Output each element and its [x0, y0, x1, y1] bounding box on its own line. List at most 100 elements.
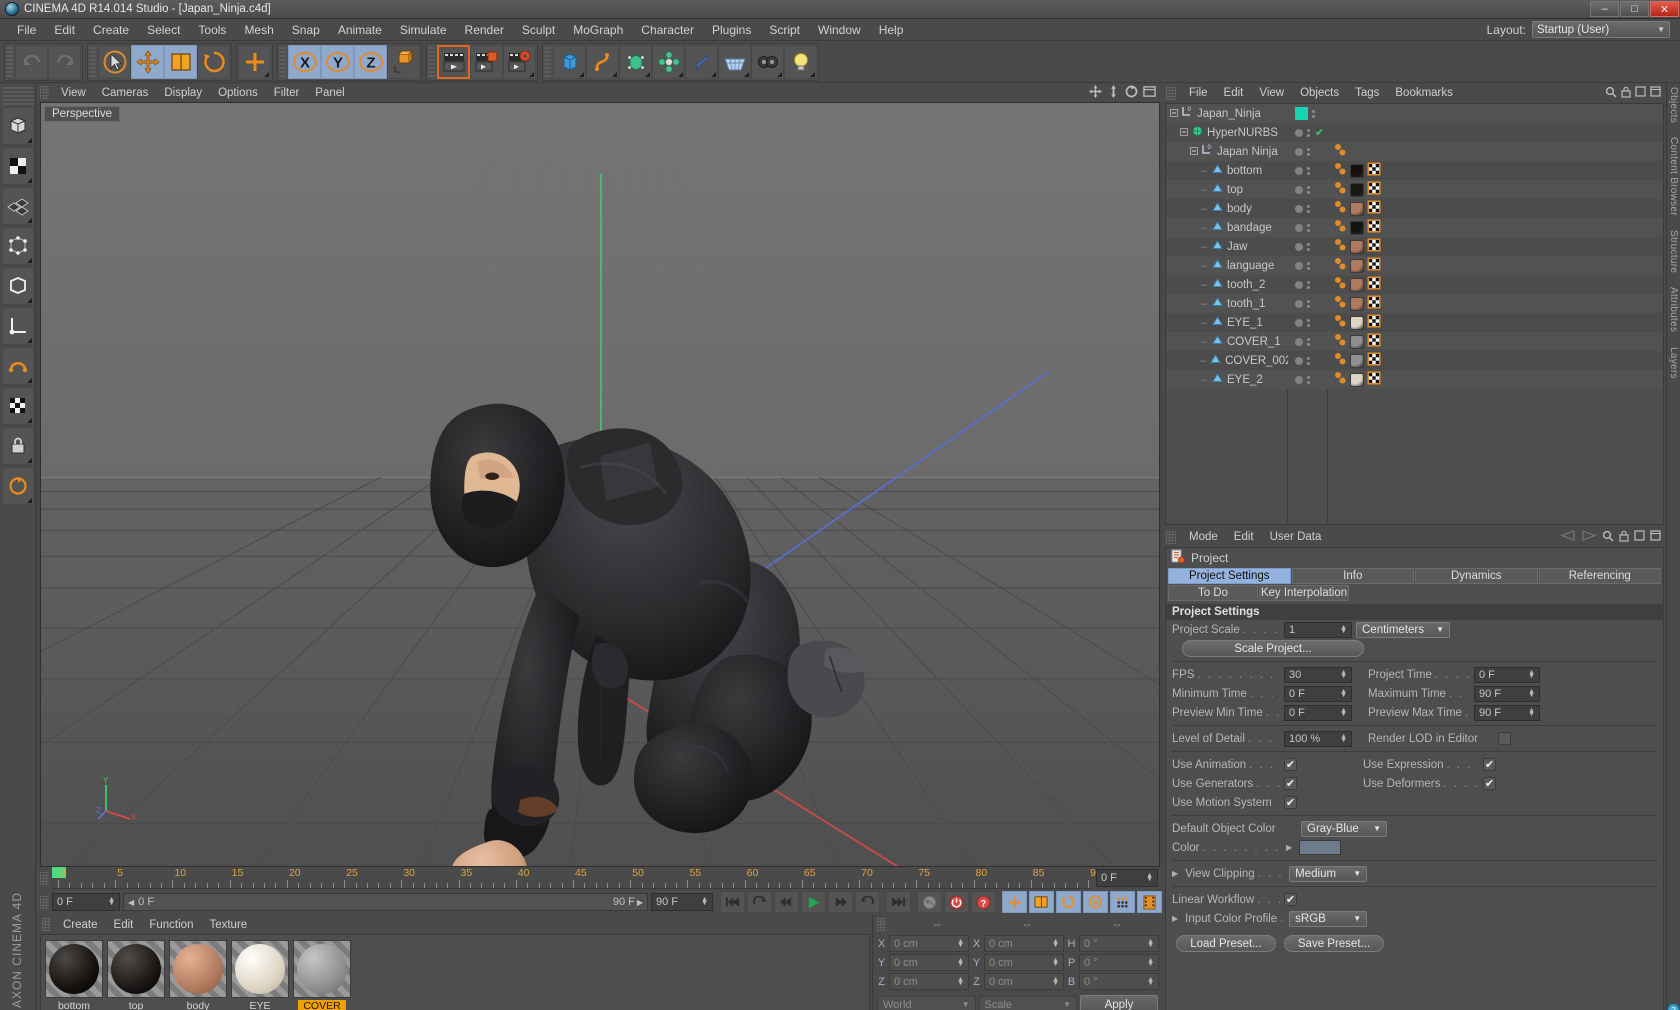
maximize-button[interactable]: □ [1620, 1, 1649, 17]
material-menu-edit[interactable]: Edit [106, 918, 142, 932]
menu-item-plugins[interactable]: Plugins [703, 21, 760, 39]
visibility-dot-icon[interactable] [1295, 280, 1303, 289]
point-mode-button[interactable] [1, 227, 34, 265]
menu-item-tools[interactable]: Tools [189, 21, 235, 39]
viewport-menu-display[interactable]: Display [156, 86, 210, 100]
object-row[interactable]: – COVER_1 [1166, 332, 1663, 351]
edge-tab-content-browser[interactable]: Content Browser [1668, 137, 1679, 216]
render-view-button[interactable] [437, 44, 470, 79]
add-deformer-button[interactable] [685, 44, 718, 79]
toolbar-grip[interactable] [279, 44, 286, 79]
scale-tool-button[interactable] [164, 44, 197, 79]
viewport-menu-panel[interactable]: Panel [307, 86, 352, 100]
expand-arrow-icon[interactable]: ▶ [1286, 843, 1292, 852]
spinner-icon[interactable]: ▲ ▼ [1052, 976, 1059, 987]
minimize-panel-icon[interactable] [1634, 530, 1645, 544]
visibility-dot-icon[interactable] [1295, 318, 1303, 327]
axis-mode-button[interactable] [1, 307, 34, 345]
edge-tab-structure[interactable]: Structure [1668, 230, 1679, 273]
polygon-object-icon[interactable] [1211, 277, 1224, 292]
add-camera-button[interactable] [751, 44, 784, 79]
spinner-icon[interactable]: ▲ ▼ [701, 896, 708, 907]
toolbar-grip[interactable] [544, 44, 551, 79]
key-rotation-button[interactable] [1056, 891, 1081, 913]
close-panel-icon[interactable] [1650, 530, 1661, 544]
visibility-dot-icon[interactable] [1295, 375, 1303, 384]
menu-item-sculpt[interactable]: Sculpt [513, 21, 564, 39]
om-menu-objects[interactable]: Objects [1292, 86, 1347, 100]
uv-tag-icon[interactable] [1367, 238, 1381, 255]
om-menu-tags[interactable]: Tags [1347, 86, 1387, 100]
input-color-profile-dropdown[interactable]: sRGB ▼ [1289, 910, 1368, 927]
menu-item-help[interactable]: Help [870, 21, 913, 39]
timeline-grip[interactable] [40, 871, 49, 885]
enabled-check-icon[interactable]: ✔ [1315, 126, 1324, 139]
uv-tag-icon[interactable] [1367, 200, 1381, 217]
project-scale-unit-dropdown[interactable]: Centimeters ▼ [1356, 621, 1450, 638]
visibility-dot-icon[interactable] [1295, 223, 1303, 232]
dolly-view-icon[interactable] [1107, 84, 1120, 101]
editor-render-dots-icon[interactable] [1307, 280, 1310, 289]
live-selection-tool-button[interactable] [98, 44, 131, 79]
editor-render-dots-icon[interactable] [1307, 147, 1310, 156]
expand-arrow-icon[interactable]: ▶ [1172, 869, 1178, 878]
material-preview[interactable] [231, 940, 289, 998]
x-axis-lock-button[interactable]: X [288, 44, 321, 79]
visibility-dot-icon[interactable] [1295, 261, 1303, 270]
spinner-icon[interactable]: ▲ ▼ [1340, 688, 1347, 699]
use-motion-checkbox[interactable]: ✔ [1284, 796, 1297, 809]
menu-item-file[interactable]: File [8, 21, 45, 39]
nav-forward-icon[interactable] [1581, 530, 1597, 544]
coordinate-field[interactable]: 0 ° ▲ ▼ [1079, 935, 1159, 952]
enable-axis-button[interactable] [1, 347, 34, 385]
menu-item-snap[interactable]: Snap [283, 21, 329, 39]
om-menu-view[interactable]: View [1251, 86, 1292, 100]
color-swatch[interactable] [1299, 840, 1342, 855]
tab-to-do[interactable]: To Do [1168, 585, 1258, 601]
return-button[interactable] [855, 891, 880, 913]
keyframe-help-button[interactable]: ? [971, 891, 996, 913]
coordinate-field[interactable]: 0 cm ▲ ▼ [984, 935, 1064, 952]
phong-tag-icon[interactable] [1334, 143, 1347, 160]
rotate-tool-button[interactable] [197, 44, 230, 79]
visibility-dot-icon[interactable] [1295, 147, 1303, 156]
coordinate-field[interactable]: 0 cm ▲ ▼ [984, 954, 1064, 971]
om-menu-edit[interactable]: Edit [1216, 86, 1252, 100]
spinner-icon[interactable]: ▲ ▼ [1340, 669, 1347, 680]
hypernurbs-icon[interactable] [1191, 125, 1204, 140]
uv-tag-icon[interactable] [1367, 181, 1381, 198]
menu-item-create[interactable]: Create [84, 21, 138, 39]
edge-tab-objects[interactable]: Objects [1668, 87, 1679, 123]
material-tag-icon[interactable] [1350, 182, 1364, 197]
object-row[interactable]: – COVER_002 [1166, 351, 1663, 370]
tab-referencing[interactable]: Referencing [1538, 568, 1661, 584]
view-clipping-dropdown[interactable]: Medium ▼ [1289, 865, 1368, 882]
polygon-mode-button[interactable] [1, 187, 34, 225]
uv-tag-icon[interactable] [1367, 295, 1381, 312]
coordinate-field[interactable]: 0 cm ▲ ▼ [889, 954, 969, 971]
add-environment-button[interactable] [718, 44, 751, 79]
record-key-button[interactable] [917, 891, 942, 913]
key-param-button[interactable]: P [1083, 891, 1108, 913]
play-button[interactable] [801, 891, 826, 913]
add-nurbs-button[interactable] [619, 44, 652, 79]
world-coordinate-button[interactable] [238, 44, 271, 79]
render-settings-button[interactable] [503, 44, 536, 79]
help-bubble-icon[interactable]: ? [1667, 1003, 1680, 1010]
spinner-icon[interactable]: ▲ ▼ [1528, 688, 1535, 699]
min-time-field[interactable]: 0 F ▲ ▼ [1284, 685, 1352, 702]
uv-tag-icon[interactable] [1367, 352, 1381, 369]
viewport-solo-button[interactable] [1, 387, 34, 425]
phong-tag-icon[interactable] [1334, 181, 1347, 198]
polygon-object-icon[interactable] [1211, 201, 1224, 216]
expand-arrow-icon[interactable]: ▶ [1172, 914, 1178, 923]
uv-tag-icon[interactable] [1367, 371, 1381, 388]
material-menu-grip[interactable] [42, 918, 51, 931]
material-preview[interactable] [107, 940, 165, 998]
visibility-dot-icon[interactable] [1295, 299, 1303, 308]
expander-icon[interactable] [1170, 108, 1178, 120]
object-world-toggle-button[interactable] [387, 44, 420, 79]
step-forward-button[interactable] [828, 891, 853, 913]
coordinate-field[interactable]: 0 cm ▲ ▼ [889, 935, 969, 952]
scale-project-button[interactable]: Scale Project... [1182, 640, 1364, 657]
